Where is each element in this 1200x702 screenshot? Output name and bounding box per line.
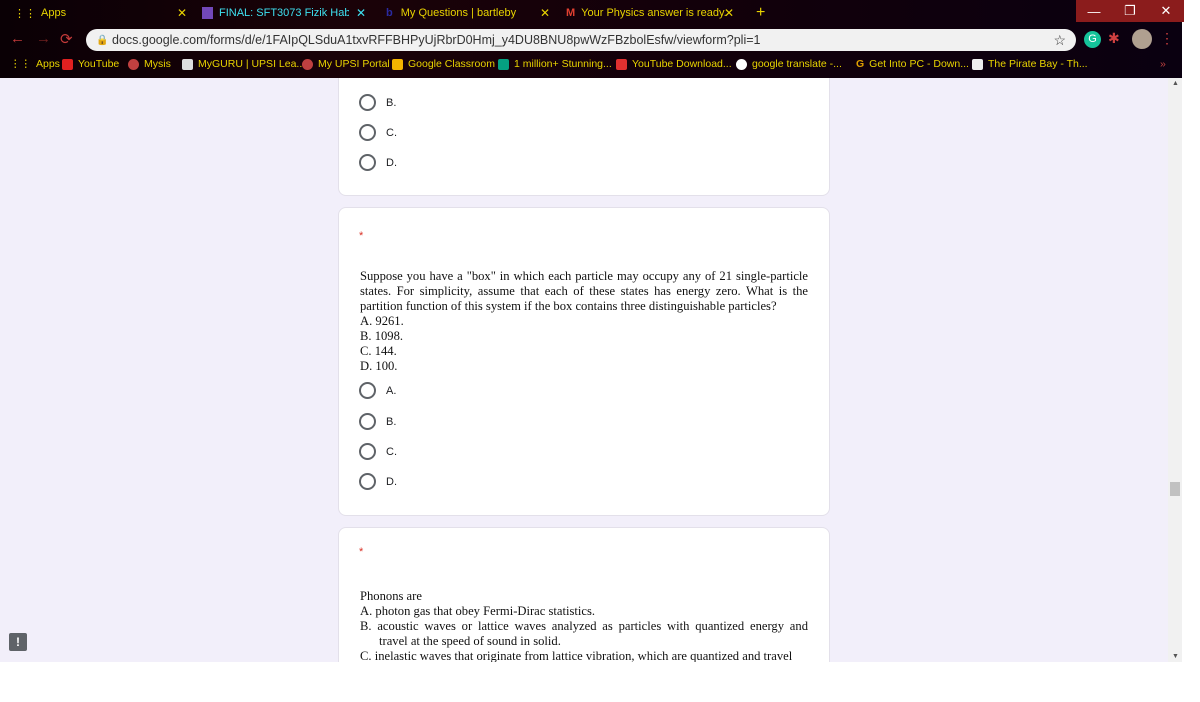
radio-button[interactable] bbox=[359, 154, 376, 171]
tab-gmail[interactable]: MYour Physics answer is ready. - az✕ bbox=[560, 0, 740, 26]
bookmark-youtube[interactable]: YouTube bbox=[62, 55, 119, 73]
getintopc-icon: G bbox=[856, 58, 865, 70]
lock-icon: 🔒 bbox=[96, 34, 109, 46]
option-c[interactable]: C. bbox=[359, 124, 397, 141]
bookmark-myguru[interactable]: MyGURU | UPSI Lea... bbox=[182, 55, 305, 73]
close-tab-icon[interactable]: ✕ bbox=[540, 6, 550, 20]
minimize-button[interactable]: — bbox=[1076, 0, 1112, 22]
extensions-icon[interactable]: ✱ bbox=[1108, 30, 1120, 47]
required-asterisk: * bbox=[359, 546, 364, 558]
option-b[interactable]: B. bbox=[359, 94, 396, 111]
option-d[interactable]: D. bbox=[359, 154, 397, 171]
bookmark-youtube-download[interactable]: YouTube Download... bbox=[616, 55, 732, 73]
close-tab-icon[interactable]: ✕ bbox=[356, 6, 366, 20]
pirate-bay-icon bbox=[972, 58, 983, 70]
bookmark-pexels[interactable]: 1 million+ Stunning... bbox=[498, 55, 612, 73]
close-tab-icon[interactable]: ✕ bbox=[724, 6, 734, 20]
back-icon[interactable]: ← bbox=[10, 30, 25, 47]
avatar[interactable] bbox=[1132, 29, 1152, 49]
pexels-icon bbox=[498, 58, 509, 70]
download-icon bbox=[616, 58, 627, 70]
question-text: Suppose you have a "box" in which each p… bbox=[360, 269, 808, 373]
radio-button[interactable] bbox=[359, 94, 376, 111]
form-page: B. C. D. * Suppose you have a "box" in w… bbox=[0, 78, 1168, 662]
new-tab-button[interactable]: + bbox=[750, 0, 765, 26]
option-b[interactable]: B. bbox=[359, 413, 396, 430]
tab-apps[interactable]: ⋮⋮ Apps ✕ bbox=[8, 0, 193, 26]
tab-google-form[interactable]: FINAL: SFT3073 Fizik Haba dan St✕ bbox=[196, 0, 372, 26]
reload-icon[interactable]: ⟳ bbox=[60, 30, 73, 48]
bookmark-google-classroom[interactable]: Google Classroom bbox=[392, 55, 495, 73]
option-a[interactable]: A. bbox=[359, 382, 396, 399]
bookmark-pirate-bay[interactable]: The Pirate Bay - Th... bbox=[972, 55, 1088, 73]
close-window-button[interactable]: ✕ bbox=[1148, 0, 1184, 22]
question-card-previous: B. C. D. bbox=[338, 78, 830, 196]
bookmark-apps[interactable]: ⋮⋮ Apps bbox=[10, 55, 60, 73]
radio-button[interactable] bbox=[359, 382, 376, 399]
question-text: Phonons are A. photon gas that obey Ferm… bbox=[360, 589, 808, 662]
radio-button[interactable] bbox=[359, 124, 376, 141]
radio-button[interactable] bbox=[359, 473, 376, 490]
globe-icon bbox=[128, 58, 139, 70]
feedback-button[interactable]: ! bbox=[9, 633, 27, 651]
menu-icon[interactable]: ⋮ bbox=[1160, 30, 1174, 47]
google-icon bbox=[736, 58, 747, 70]
apps-grid-icon: ⋮⋮ bbox=[10, 58, 31, 70]
question-card-partition-function: * Suppose you have a "box" in which each… bbox=[338, 207, 830, 516]
tab-strip: ⋮⋮Apps✕ FINAL: SFT3073 Fizik Haba dan St… bbox=[0, 0, 1184, 26]
option-c[interactable]: C. bbox=[359, 443, 397, 460]
radio-button[interactable] bbox=[359, 413, 376, 430]
scrollbar[interactable]: ▲ ▼ bbox=[1168, 78, 1182, 662]
bartleby-icon: b bbox=[386, 7, 393, 19]
globe-icon bbox=[302, 58, 313, 70]
bookmark-google-translate[interactable]: google translate -... bbox=[736, 55, 842, 73]
forward-icon[interactable]: → bbox=[36, 30, 51, 47]
option-d[interactable]: D. bbox=[359, 473, 397, 490]
radio-button[interactable] bbox=[359, 443, 376, 460]
youtube-icon bbox=[62, 58, 73, 70]
tab-bartleby[interactable]: b My Questions | bartleby ✕ bbox=[380, 0, 556, 26]
google-forms-icon bbox=[202, 7, 213, 19]
browser-chrome: ⋮⋮Apps✕ FINAL: SFT3073 Fizik Haba dan St… bbox=[0, 0, 1184, 78]
close-tab-icon[interactable]: ✕ bbox=[177, 6, 187, 20]
gmail-icon: M bbox=[566, 7, 576, 19]
grammarly-icon[interactable]: G bbox=[1084, 31, 1101, 48]
more-bookmarks-button[interactable]: » bbox=[1160, 55, 1166, 73]
address-bar[interactable]: 🔒 docs.google.com/forms/d/e/1FAIpQLSduA1… bbox=[86, 29, 1076, 51]
myguru-icon bbox=[182, 58, 193, 70]
bookmark-getintopc[interactable]: G Get Into PC - Down... bbox=[856, 55, 969, 73]
required-asterisk: * bbox=[359, 230, 364, 242]
bookmark-mysis[interactable]: Mysis bbox=[128, 55, 171, 73]
bookmark-upsi-portal[interactable]: My UPSI Portal bbox=[302, 55, 390, 73]
classroom-icon bbox=[392, 58, 403, 70]
scroll-up-icon[interactable]: ▲ bbox=[1172, 80, 1179, 87]
maximize-button[interactable]: ❐ bbox=[1112, 0, 1148, 22]
scroll-down-icon[interactable]: ▼ bbox=[1172, 653, 1179, 660]
apps-grid-icon: ⋮⋮ bbox=[14, 7, 36, 20]
question-card-phonons: * Phonons are A. photon gas that obey Fe… bbox=[338, 527, 830, 662]
bookmark-star-icon[interactable]: ☆ bbox=[1053, 32, 1066, 49]
scrollbar-thumb[interactable] bbox=[1170, 482, 1180, 496]
